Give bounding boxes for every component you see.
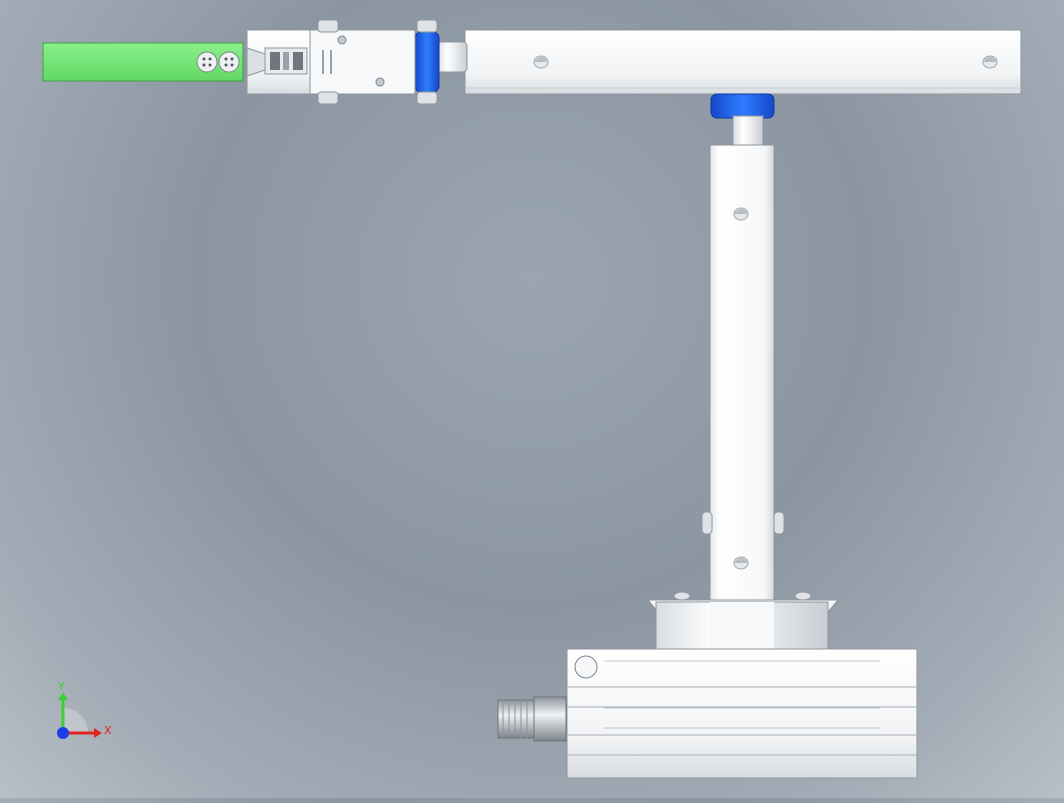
gripper-body[interactable]	[246, 19, 416, 105]
x-axis-label: X	[104, 724, 112, 737]
air-fitting	[497, 696, 567, 742]
mounting-flange	[646, 591, 840, 651]
y-axis-label: Y	[57, 680, 65, 693]
base-cylinder[interactable]	[566, 648, 918, 779]
model-canvas[interactable]: Y X	[0, 0, 1064, 798]
horizontal-arm[interactable]	[464, 29, 1022, 95]
cad-viewport[interactable]: Y X	[0, 0, 1064, 798]
blue-coupling-horizontal	[414, 19, 440, 105]
blue-coupling-vertical	[710, 93, 775, 147]
coordinate-triad: Y X	[57, 680, 112, 739]
arm-piston-rod	[436, 41, 468, 73]
gripper-jaw[interactable]	[42, 42, 244, 82]
z-axis-dot	[57, 727, 69, 739]
vertical-column[interactable]	[701, 144, 785, 604]
